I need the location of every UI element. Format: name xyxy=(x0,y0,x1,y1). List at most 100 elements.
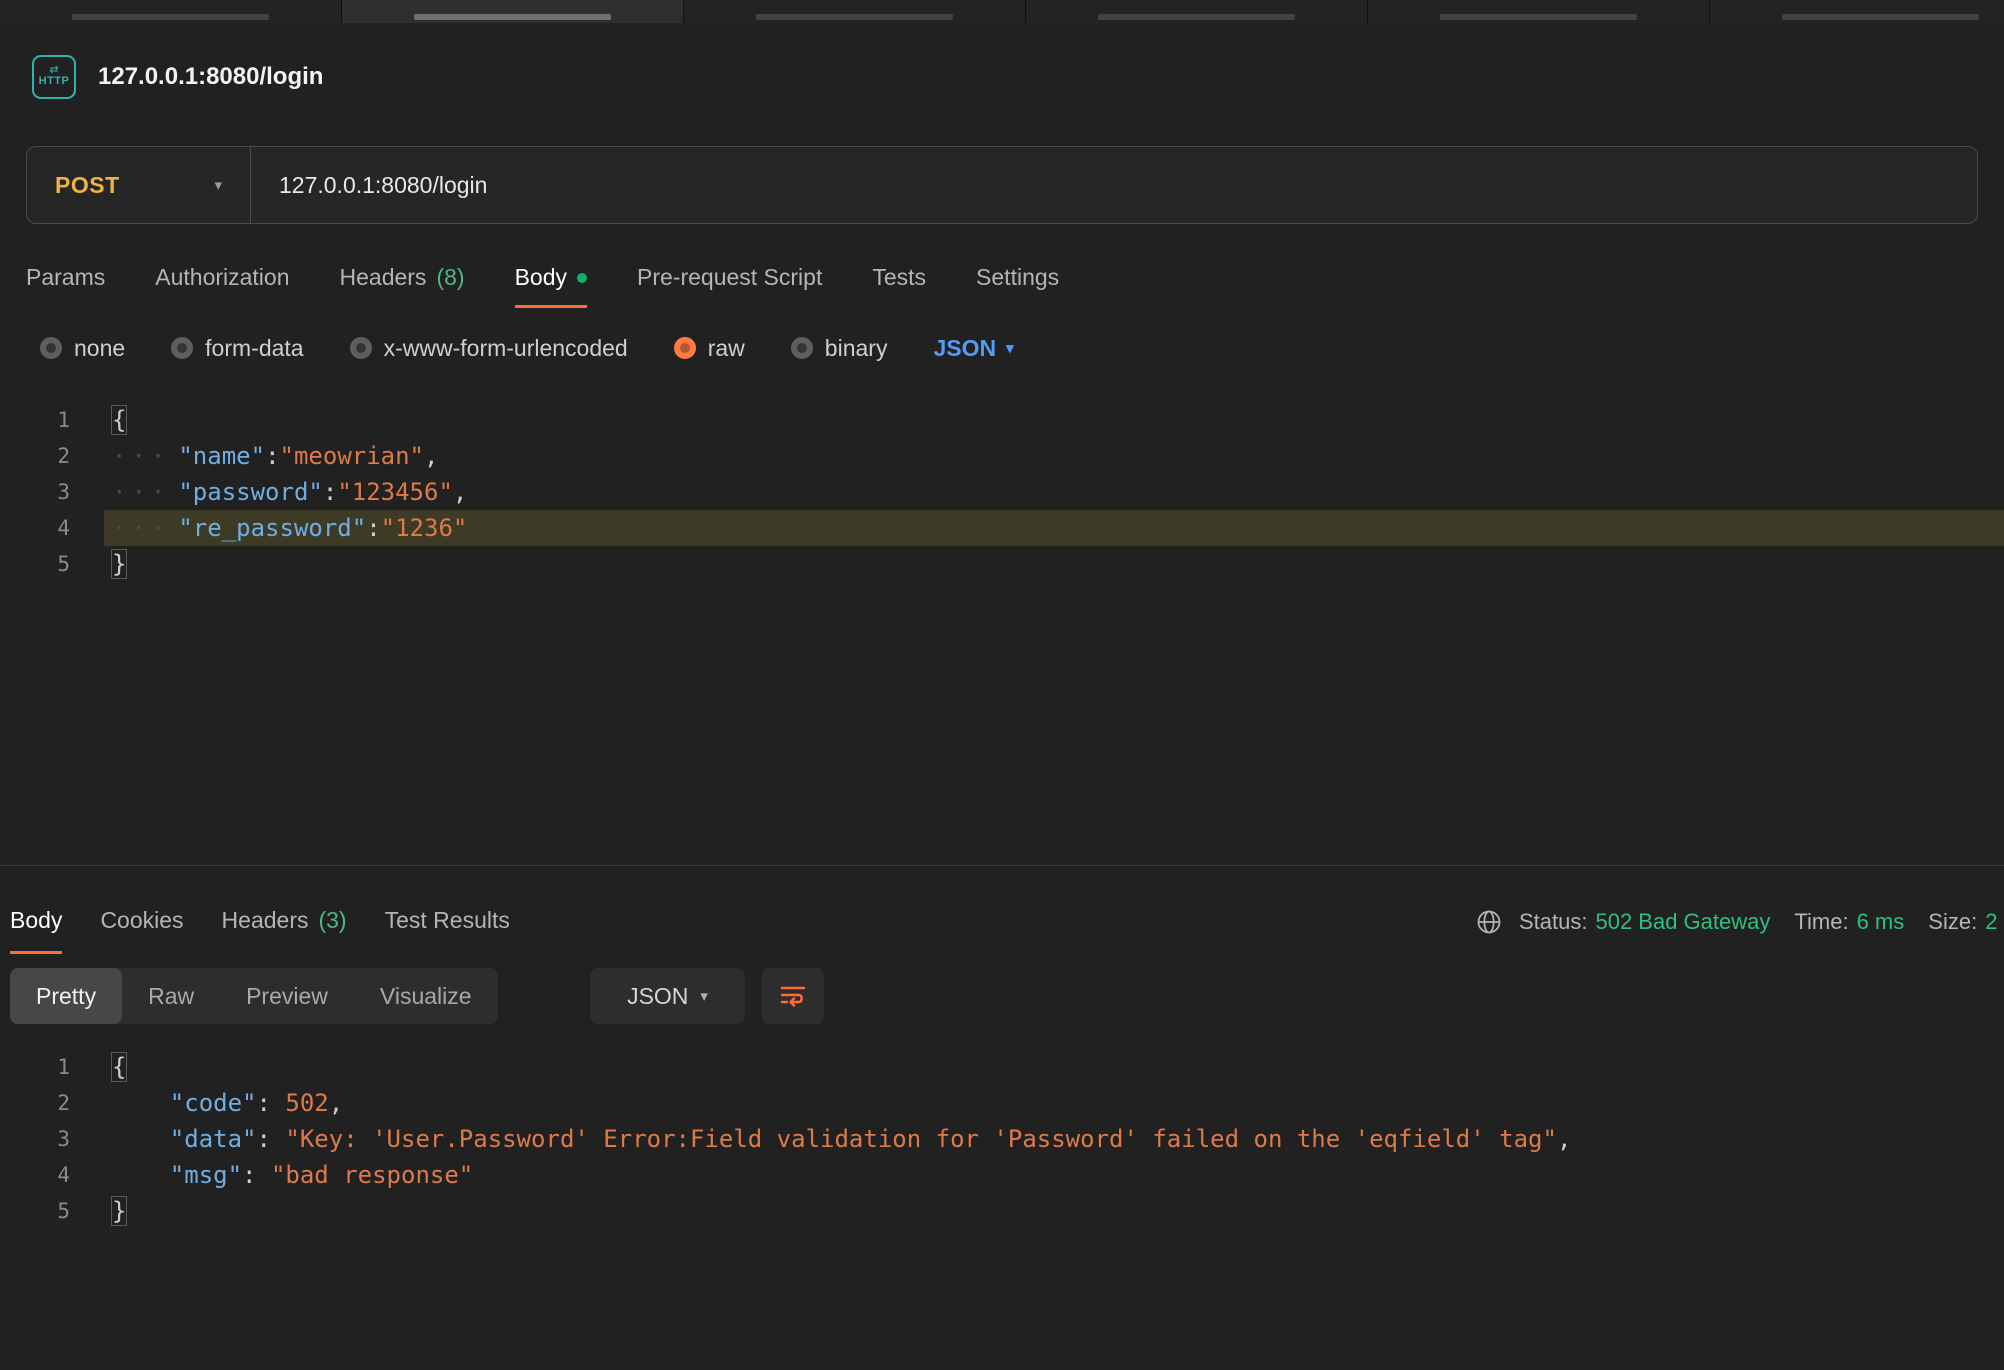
code-token xyxy=(112,1089,170,1117)
code-content: "code": 502, xyxy=(70,1085,343,1121)
response-body-editor[interactable]: 1{2 "code": 502,3 "data": "Key: 'User.Pa… xyxy=(0,1049,2004,1229)
workspace-tab[interactable] xyxy=(1368,0,1710,23)
http-arrows-icon: ⇄ xyxy=(49,66,58,75)
code-token: "name" xyxy=(178,442,265,470)
request-tab-pre-request-script[interactable]: Pre-request Script xyxy=(637,250,822,308)
pane-divider[interactable] xyxy=(0,865,2004,866)
request-language-label: JSON xyxy=(933,335,996,362)
line-number: 2 xyxy=(0,1085,70,1121)
body-mode-label: binary xyxy=(825,335,888,362)
request-tab-label: Settings xyxy=(976,264,1059,291)
request-tab-count: (8) xyxy=(436,264,464,291)
response-tab-count: (3) xyxy=(318,907,346,934)
code-line: 2 "code": 502, xyxy=(0,1085,2004,1121)
code-token: : xyxy=(257,1089,286,1117)
code-line: 3 "data": "Key: 'User.Password' Error:Fi… xyxy=(0,1121,2004,1157)
view-visualize[interactable]: Visualize xyxy=(354,968,498,1024)
workspace-tab[interactable] xyxy=(1710,0,2004,23)
workspace-tab-ghost-text xyxy=(1440,14,1638,20)
request-tab-params[interactable]: Params xyxy=(26,250,105,308)
request-body-editor[interactable]: 1 {2···"name":"meowrian",3···"password":"… xyxy=(0,402,2004,582)
body-mode-none[interactable]: none xyxy=(40,335,125,362)
code-line: 1{ xyxy=(0,1049,2004,1085)
body-mode-form-data[interactable]: form-data xyxy=(171,335,303,362)
code-line: 4···"re_password":"1236" xyxy=(0,510,2004,546)
code-token: "bad response" xyxy=(271,1161,473,1189)
workspace-tab[interactable] xyxy=(684,0,1026,23)
code-token: { xyxy=(112,406,126,434)
line-number: 4 xyxy=(0,1157,70,1193)
line-number: 1 xyxy=(0,402,70,438)
body-mode-raw[interactable]: raw xyxy=(674,335,745,362)
code-content: ···"name":"meowrian", xyxy=(70,438,438,474)
request-tab-label: Pre-request Script xyxy=(637,264,822,291)
code-token: , xyxy=(453,478,467,506)
network-globe-icon[interactable] xyxy=(1475,908,1503,936)
chevron-down-icon: ▾ xyxy=(700,987,708,1005)
request-tab-tests[interactable]: Tests xyxy=(872,250,926,308)
workspace-tab-ghost-text xyxy=(72,14,270,20)
view-pretty[interactable]: Pretty xyxy=(10,968,122,1024)
code-token: ··· xyxy=(112,478,170,506)
request-url-bar: POST ▾ 127.0.0.1:8080/login xyxy=(26,146,1978,224)
request-tab-headers[interactable]: Headers(8) xyxy=(340,250,465,308)
code-token: : xyxy=(366,514,380,542)
request-tab-body[interactable]: Body xyxy=(515,250,587,308)
code-line: 4 "msg": "bad response" xyxy=(0,1157,2004,1193)
body-mode-label: form-data xyxy=(205,335,303,362)
status-label: Status: xyxy=(1519,909,1587,935)
size-label: Size: xyxy=(1928,909,1977,935)
view-label: Raw xyxy=(148,983,194,1010)
request-tab-label: Body xyxy=(515,264,567,291)
line-number: 5 xyxy=(0,546,70,582)
code-content: { xyxy=(70,402,126,438)
workspace-tab[interactable] xyxy=(342,0,684,23)
workspace-tab-ghost-text xyxy=(1098,14,1296,20)
url-input[interactable]: 127.0.0.1:8080/login xyxy=(279,172,487,199)
radio-icon xyxy=(350,337,372,359)
code-token: , xyxy=(424,442,438,470)
response-language-dropdown[interactable]: JSON ▾ xyxy=(590,968,745,1024)
code-line: 3···"password":"123456", xyxy=(0,474,2004,510)
view-raw[interactable]: Raw xyxy=(122,968,220,1024)
request-tab-label: Params xyxy=(26,264,105,291)
radio-icon xyxy=(171,337,193,359)
response-tab-label: Test Results xyxy=(385,907,510,934)
chevron-down-icon: ▾ xyxy=(214,176,222,194)
view-preview[interactable]: Preview xyxy=(220,968,354,1024)
code-token: : xyxy=(242,1161,271,1189)
unsaved-changes-dot-icon xyxy=(577,273,587,283)
response-language-label: JSON xyxy=(627,983,688,1010)
response-tab-test-results[interactable]: Test Results xyxy=(385,890,510,954)
status-value: 502 Bad Gateway xyxy=(1595,909,1770,935)
body-mode-label: x-www-form-urlencoded xyxy=(384,335,628,362)
request-tab-settings[interactable]: Settings xyxy=(976,250,1059,308)
radio-icon xyxy=(674,337,696,359)
response-tab-label: Body xyxy=(10,907,62,934)
response-tab-headers[interactable]: Headers(3) xyxy=(222,890,347,954)
method-label: POST xyxy=(55,172,120,199)
http-icon-label: HTTP xyxy=(39,75,70,88)
code-content: "msg": "bad response" xyxy=(70,1157,473,1193)
size-value: 2 xyxy=(1985,909,1997,935)
code-token: "msg" xyxy=(170,1161,242,1189)
code-token: "code" xyxy=(170,1089,257,1117)
code-token: "meowrian" xyxy=(280,442,425,470)
body-mode-x-www-form-urlencoded[interactable]: x-www-form-urlencoded xyxy=(350,335,628,362)
response-tab-cookies[interactable]: Cookies xyxy=(100,890,183,954)
method-dropdown[interactable]: POST ▾ xyxy=(27,147,251,223)
response-view-toggle: Pretty Raw PreviewVisualize xyxy=(10,968,498,1024)
workspace-tab-ghost-text xyxy=(414,14,612,20)
code-token: , xyxy=(1557,1125,1571,1153)
code-token: "123456" xyxy=(337,478,453,506)
workspace-tab[interactable] xyxy=(1026,0,1368,23)
request-title-row: ⇄ HTTP 127.0.0.1:8080/login xyxy=(32,55,323,99)
code-line: 2···"name":"meowrian", xyxy=(0,438,2004,474)
request-language-dropdown[interactable]: JSON ▾ xyxy=(933,335,1013,362)
body-mode-binary[interactable]: binary xyxy=(791,335,888,362)
wrap-lines-button[interactable] xyxy=(762,968,824,1024)
code-token: } xyxy=(112,1197,126,1225)
response-tab-body[interactable]: Body xyxy=(10,890,62,954)
workspace-tab[interactable] xyxy=(0,0,342,23)
request-tab-authorization[interactable]: Authorization xyxy=(155,250,289,308)
